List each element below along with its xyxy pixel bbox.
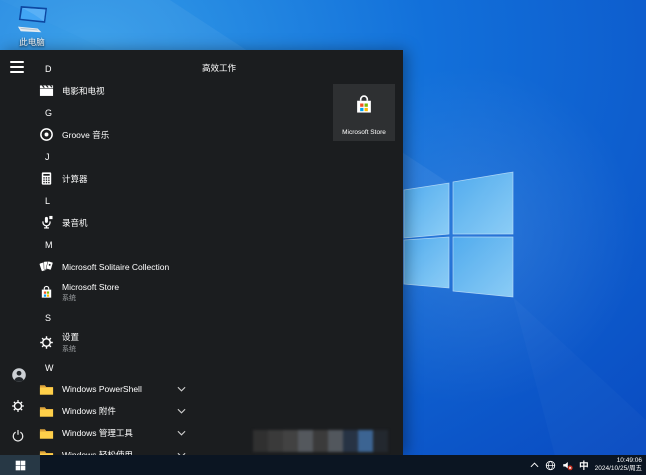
app-item-settings[interactable]: 设置 系统 xyxy=(36,328,194,357)
start-button[interactable] xyxy=(0,455,40,475)
section-letter-L[interactable]: L xyxy=(36,190,194,211)
hamburger-menu-button[interactable] xyxy=(10,61,24,73)
settings-icon xyxy=(39,335,54,350)
start-menu: D 电影和电视 G Groove 音乐 J 计算器 L 录音机 M Microsoft Solit… xyxy=(0,50,403,461)
app-item-label: Microsoft Store xyxy=(62,282,120,292)
app-item-label: 电影和电视 xyxy=(62,85,105,96)
censored-block xyxy=(358,430,373,452)
folder-item-windows-accessories[interactable]: Windows 附件 xyxy=(36,400,194,422)
section-letter-label: L xyxy=(45,195,51,206)
censored-block xyxy=(328,430,343,452)
expand-chevron-icon xyxy=(177,408,186,414)
censored-block xyxy=(343,430,358,452)
expand-chevron-icon xyxy=(177,430,186,436)
app-item-label: Microsoft Solitaire Collection xyxy=(62,261,170,272)
app-item-label: 计算器 xyxy=(62,173,88,184)
censored-block xyxy=(268,430,283,452)
network-globe-icon[interactable] xyxy=(545,460,556,471)
tile-group-header[interactable]: 高效工作 xyxy=(202,62,236,74)
censored-block xyxy=(283,430,298,452)
movies-tv-icon xyxy=(39,83,54,98)
censored-block xyxy=(253,430,268,452)
section-letter-label: W xyxy=(45,362,54,373)
section-letter-W[interactable]: W xyxy=(36,357,194,378)
ime-indicator[interactable]: 中 xyxy=(579,458,589,472)
windows-accessories-icon xyxy=(39,404,54,419)
settings-button[interactable] xyxy=(8,396,28,416)
windows-powershell-icon xyxy=(39,382,54,397)
desktop-icon-this-pc[interactable]: 此电脑 xyxy=(8,5,56,48)
power-button[interactable] xyxy=(8,426,28,446)
app-item-microsoft-store[interactable]: Microsoft Store 系统 xyxy=(36,278,194,307)
clock-time: 10:49:06 xyxy=(616,457,642,464)
expand-chevron-icon xyxy=(177,386,186,392)
app-item-label: Windows PowerShell xyxy=(62,384,142,394)
hidden-icons-chevron-icon[interactable] xyxy=(530,462,539,468)
voice-recorder-icon xyxy=(39,215,54,230)
app-item-voice-recorder[interactable]: 录音机 xyxy=(36,211,194,234)
app-item-sublabel: 系统 xyxy=(62,346,76,353)
groove-music-icon xyxy=(39,127,54,142)
app-item-label: 设置 xyxy=(62,332,80,342)
app-item-groove-music[interactable]: Groove 音乐 xyxy=(36,123,194,146)
calculator-icon xyxy=(39,171,54,186)
taskbar-clock[interactable]: 10:49:06 2024/10/25/周五 xyxy=(595,457,642,473)
this-pc-icon xyxy=(12,5,52,35)
windows-desktop: 此电脑 D 电影和电视 G Groove 音乐 J 计算器 L 录音机 M Microsoft S… xyxy=(0,0,646,475)
app-item-sublabel: 系统 xyxy=(62,295,76,302)
app-item-solitaire-collection[interactable]: Microsoft Solitaire Collection xyxy=(36,255,194,278)
windows-admin-tools-icon xyxy=(39,426,54,441)
app-item-movies-tv[interactable]: 电影和电视 xyxy=(36,79,194,102)
section-letter-label: G xyxy=(45,107,53,118)
solitaire-collection-icon xyxy=(39,259,54,274)
app-item-calculator[interactable]: 计算器 xyxy=(36,167,194,190)
section-letter-M[interactable]: M xyxy=(36,234,194,255)
taskbar: 中 10:49:06 2024/10/25/周五 xyxy=(0,455,646,475)
folder-item-windows-admin-tools[interactable]: Windows 管理工具 xyxy=(36,422,194,444)
user-button[interactable] xyxy=(8,364,28,384)
tile-microsoft-store[interactable]: Microsoft Store xyxy=(333,84,395,141)
section-letter-label: D xyxy=(45,63,52,74)
section-letter-label: M xyxy=(45,239,53,250)
start-menu-app-list: D 电影和电视 G Groove 音乐 J 计算器 L 录音机 M Microsoft Solit… xyxy=(36,58,194,466)
power-icon xyxy=(11,429,26,444)
section-letter-G[interactable]: G xyxy=(36,102,194,123)
app-item-label: Windows 管理工具 xyxy=(62,428,133,438)
tile-label: Microsoft Store xyxy=(342,129,386,136)
volume-muted-icon[interactable] xyxy=(562,460,573,471)
system-tray: 中 10:49:06 2024/10/25/周五 xyxy=(527,455,646,475)
folder-item-windows-powershell[interactable]: Windows PowerShell xyxy=(36,378,194,400)
this-pc-label: 此电脑 xyxy=(19,37,45,47)
censored-block xyxy=(313,430,328,452)
censored-block xyxy=(373,430,388,452)
app-item-label: 录音机 xyxy=(62,217,88,228)
windows-logo-icon xyxy=(15,460,26,471)
section-letter-D[interactable]: D xyxy=(36,58,194,79)
user-icon xyxy=(11,367,26,382)
censored-block xyxy=(298,430,313,452)
section-letter-label: J xyxy=(45,151,50,162)
censored-watermark xyxy=(253,430,388,452)
clock-date: 2024/10/25/周五 xyxy=(594,465,642,472)
microsoft-store-icon xyxy=(39,285,54,300)
section-letter-J[interactable]: J xyxy=(36,146,194,167)
microsoft-store-icon xyxy=(353,94,375,116)
section-letter-label: S xyxy=(45,312,52,323)
section-letter-S[interactable]: S xyxy=(36,307,194,328)
settings-icon xyxy=(11,399,26,414)
app-item-label: Groove 音乐 xyxy=(62,129,110,140)
app-item-label: Windows 附件 xyxy=(62,406,116,416)
